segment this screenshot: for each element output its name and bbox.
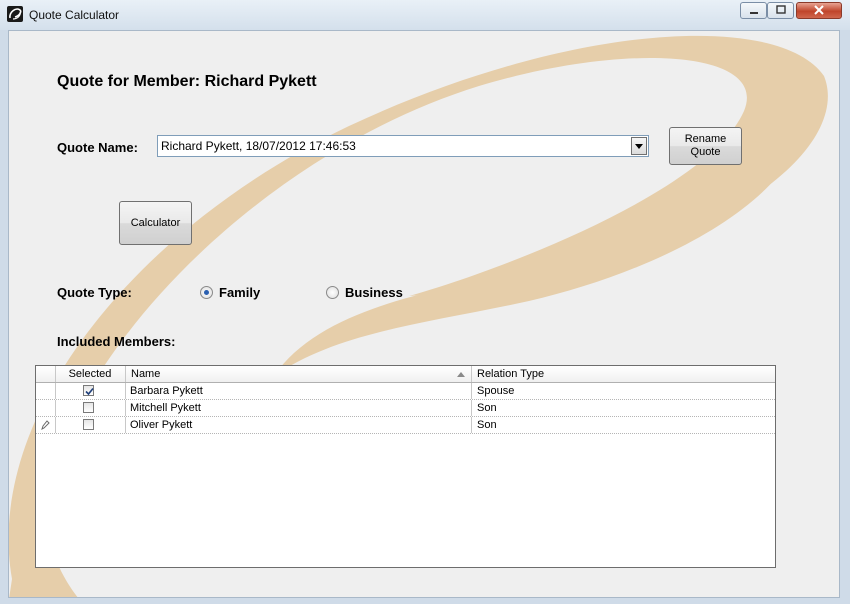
quote-name-combobox[interactable]: Richard Pykett, 18/07/2012 17:46:53: [157, 135, 649, 157]
selected-checkbox[interactable]: [83, 385, 94, 396]
rename-quote-button[interactable]: Rename Quote: [669, 127, 742, 165]
maximize-button[interactable]: [767, 2, 794, 19]
rename-quote-label-line2: Quote: [690, 146, 721, 158]
pencil-edit-icon: [41, 420, 50, 430]
name-cell[interactable]: Barbara Pykett: [125, 383, 471, 399]
check-icon: [85, 387, 94, 396]
app-logo-icon: [7, 6, 23, 22]
table-row[interactable]: Barbara Pykett Spouse: [36, 383, 775, 400]
quote-calculator-window: Quote Calculator Quote for Member: Richa…: [0, 0, 850, 604]
minimize-icon: [749, 12, 758, 14]
column-header-name-label: Name: [131, 368, 161, 380]
column-header-selected[interactable]: Selected: [56, 366, 124, 382]
sort-ascending-icon: [457, 372, 465, 377]
row-header-corner: [36, 366, 56, 382]
page-title: Quote for Member: Richard Pykett: [57, 73, 317, 90]
selected-checkbox[interactable]: [83, 402, 94, 413]
name-cell[interactable]: Mitchell Pykett: [125, 400, 471, 416]
maximize-icon: [775, 5, 786, 14]
calculator-button[interactable]: Calculator: [119, 201, 192, 245]
business-radio-label[interactable]: Business: [345, 285, 403, 300]
window-title: Quote Calculator: [29, 8, 120, 22]
client-area: Quote for Member: Richard Pykett Quote N…: [8, 30, 840, 598]
title-bar[interactable]: Quote Calculator: [0, 0, 850, 30]
close-button[interactable]: [796, 2, 842, 19]
name-cell[interactable]: Oliver Pykett: [125, 417, 471, 433]
close-icon: [814, 5, 824, 15]
grid-header-row: Selected Name Relation Type: [36, 366, 775, 383]
column-header-relation-type[interactable]: Relation Type: [471, 366, 775, 382]
family-radio[interactable]: [200, 286, 213, 299]
table-row[interactable]: Oliver Pykett Son: [36, 417, 775, 434]
relation-cell[interactable]: Son: [471, 417, 775, 433]
family-radio-label[interactable]: Family: [219, 285, 260, 300]
dropdown-button[interactable]: [631, 137, 647, 155]
relation-cell[interactable]: Son: [471, 400, 775, 416]
members-grid[interactable]: Selected Name Relation Type Barbara Pyke…: [35, 365, 776, 568]
quote-type-label: Quote Type:: [57, 285, 132, 300]
table-row[interactable]: Mitchell Pykett Son: [36, 400, 775, 417]
selected-checkbox[interactable]: [83, 419, 94, 430]
quote-name-label: Quote Name:: [57, 140, 138, 155]
minimize-button[interactable]: [740, 2, 767, 19]
column-header-name[interactable]: Name: [125, 366, 471, 382]
chevron-down-icon: [635, 144, 643, 149]
row-header[interactable]: [36, 383, 56, 399]
business-radio[interactable]: [326, 286, 339, 299]
relation-cell[interactable]: Spouse: [471, 383, 775, 399]
included-members-label: Included Members:: [57, 334, 176, 349]
quote-name-value: Richard Pykett, 18/07/2012 17:46:53: [161, 139, 356, 153]
rename-quote-label-line1: Rename: [684, 133, 727, 145]
row-header[interactable]: [36, 417, 56, 433]
row-header[interactable]: [36, 400, 56, 416]
